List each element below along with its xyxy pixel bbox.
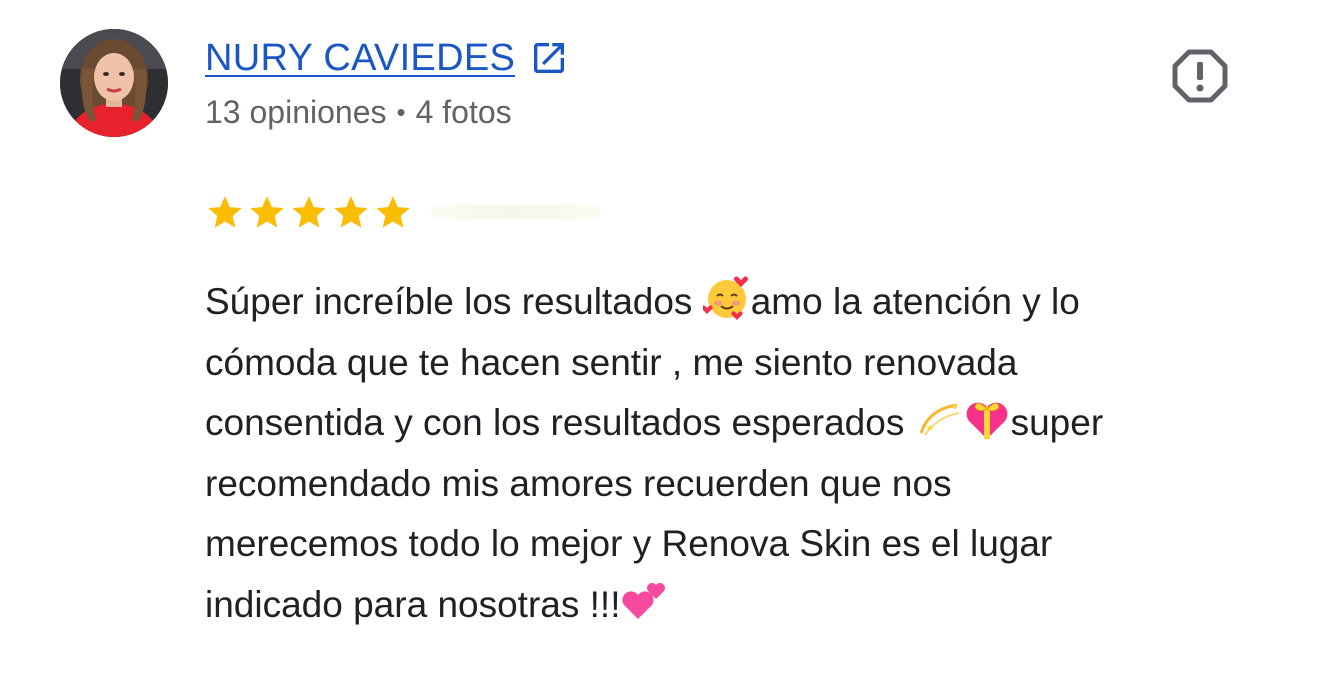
heart-with-ribbon-icon xyxy=(966,402,1008,439)
review-line-4: recomendado mis amores recuerden que nos xyxy=(205,462,952,504)
reviewer-name-link[interactable]: NURY CAVIEDES xyxy=(205,37,515,80)
reviews-count: 13 opiniones xyxy=(205,94,387,130)
star-icon xyxy=(292,196,326,228)
review-line-2: cómoda que te hacen sentir , me siento r… xyxy=(205,341,1018,383)
review-card: NURY CAVIEDES 13 opiniones • 4 fotos Súp… xyxy=(0,0,1320,688)
meta-separator: • xyxy=(396,97,406,127)
star-icon xyxy=(376,196,410,228)
star-icon xyxy=(208,196,242,228)
star-icon xyxy=(250,196,284,228)
avatar[interactable] xyxy=(60,29,168,137)
review-line-3b: super xyxy=(1010,402,1104,443)
review-line-5: merecemos todo lo mejor y Renova Skin es… xyxy=(205,523,1053,564)
review-text: Súper increíble los resultados amo la at… xyxy=(205,272,1295,635)
faint-date-placeholder xyxy=(431,205,601,219)
review-line-3a: consentida y con los resultados esperado… xyxy=(205,402,915,443)
review-line-1b: amo la atención y lo xyxy=(750,281,1080,322)
review-line-6: indicado para nosotras !!! xyxy=(205,583,621,625)
reviewer-name-row: NURY CAVIEDES xyxy=(205,34,569,82)
star-rating xyxy=(205,192,601,232)
external-link-icon[interactable] xyxy=(529,38,569,78)
review-line-1a: Súper increíble los resultados xyxy=(205,281,703,322)
smiling-face-with-hearts-icon xyxy=(702,276,748,320)
report-icon[interactable] xyxy=(1170,46,1230,106)
star-icon xyxy=(334,196,368,228)
two-hearts-icon xyxy=(622,582,666,619)
dizzy-icon xyxy=(919,403,959,436)
reviewer-meta: 13 opiniones • 4 fotos xyxy=(205,94,512,131)
photos-count: 4 fotos xyxy=(415,94,512,130)
